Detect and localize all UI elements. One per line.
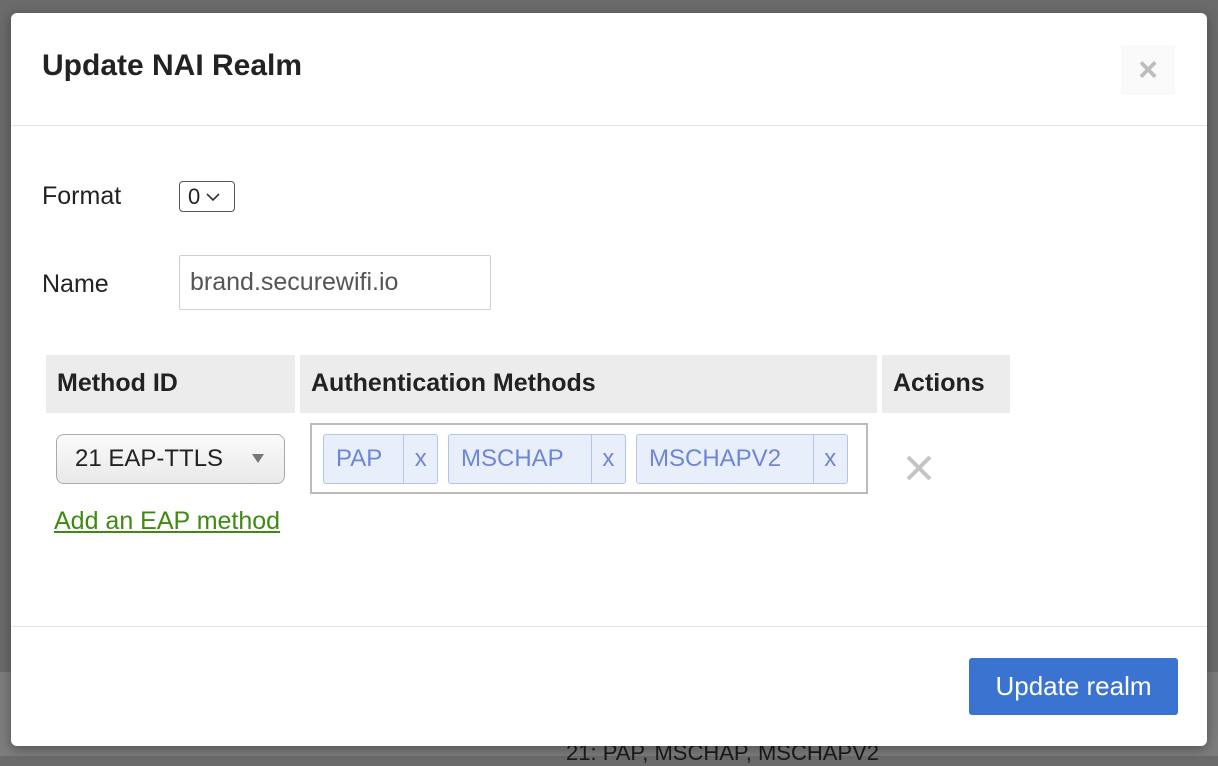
- dialog-footer: Update realm: [11, 626, 1207, 747]
- update-realm-dialog: Update NAI Realm × Format 0 Name Method …: [11, 13, 1207, 746]
- add-eap-method-link[interactable]: Add an EAP method: [54, 507, 280, 536]
- auth-method-tag-mschapv2: MSCHAPV2 x: [636, 434, 848, 484]
- name-label: Name: [42, 270, 109, 298]
- remove-tag-mschap-button[interactable]: x: [590, 435, 625, 483]
- tag-label: MSCHAP: [461, 445, 564, 472]
- update-realm-button[interactable]: Update realm: [969, 658, 1178, 715]
- dialog-header: Update NAI Realm ×: [11, 13, 1207, 126]
- format-label: Format: [42, 182, 122, 210]
- close-button[interactable]: ×: [1121, 45, 1175, 95]
- header-method-id: Method ID: [46, 355, 295, 413]
- remove-tag-mschapv2-button[interactable]: x: [812, 435, 847, 483]
- tag-label: PAP: [336, 445, 383, 472]
- dropdown-arrow-icon: [252, 454, 264, 463]
- method-id-select[interactable]: 21 EAP-TTLS: [56, 434, 285, 484]
- name-input[interactable]: [179, 255, 491, 310]
- method-id-value: 21 EAP-TTLS: [75, 445, 224, 472]
- format-select[interactable]: 0: [179, 181, 235, 212]
- authentication-methods-input[interactable]: PAP x MSCHAP x MSCHAPV2 x: [310, 423, 868, 494]
- dialog-title: Update NAI Realm: [42, 49, 303, 82]
- tag-label: MSCHAPV2: [649, 445, 782, 472]
- auth-method-tag-mschap: MSCHAP x: [448, 434, 626, 484]
- delete-icon[interactable]: [903, 452, 935, 484]
- header-actions: Actions: [882, 355, 1010, 413]
- remove-tag-pap-button[interactable]: x: [403, 435, 437, 483]
- auth-method-tag-pap: PAP x: [323, 434, 438, 484]
- chevron-down-icon: [206, 192, 220, 201]
- format-value: 0: [188, 183, 201, 209]
- dialog-body: Format 0 Name Method ID Authentication M…: [11, 126, 1207, 626]
- header-authentication-methods: Authentication Methods: [300, 355, 877, 413]
